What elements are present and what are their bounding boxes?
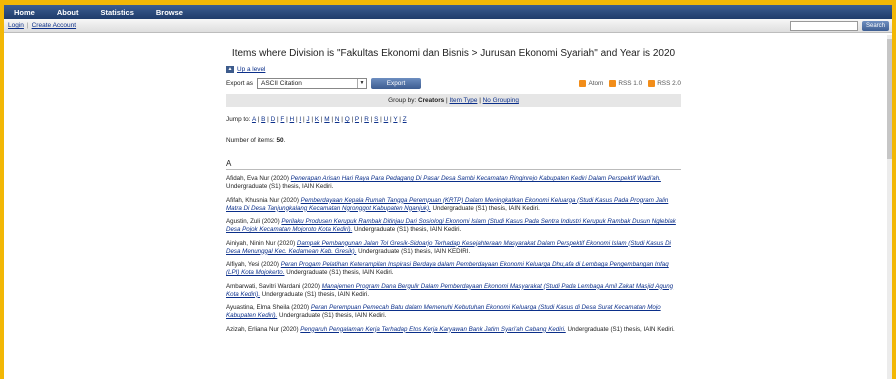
rss-icon	[609, 80, 617, 87]
group-no-grouping-link[interactable]: No Grouping	[483, 97, 519, 104]
up-arrow-icon: ▲	[226, 66, 234, 73]
scrollbar-thumb[interactable]	[887, 39, 892, 159]
main-content: Items where Division is "Fakultas Ekonom…	[226, 48, 681, 339]
entry-details: Undergraduate (S1) thesis, IAIN Kediri.	[284, 269, 394, 276]
export-button[interactable]: Export	[371, 78, 421, 89]
entry-details: Undergraduate (S1) thesis, IAIN Kediri.	[260, 290, 370, 298]
entry-author: Ayuastina, Elma Sheila (2020)	[226, 304, 311, 311]
group-current: Creators	[417, 97, 445, 104]
jump-letter-n[interactable]: N	[335, 116, 340, 123]
feed-links: Atom RSS 1.0 RSS 2.0	[573, 80, 681, 87]
count-label: Number of items:	[226, 137, 275, 144]
feed-rss1[interactable]: RSS 1.0	[609, 80, 642, 87]
jump-letter-j[interactable]: J	[306, 116, 309, 123]
export-row: Export as ASCII Citation ▼ Export Atom R…	[226, 77, 681, 90]
entry-author: Ainiyah, Ninin Nur (2020)	[226, 239, 297, 247]
entry-author: Afidah, Eva Nur (2020)	[226, 175, 291, 182]
page-title: Items where Division is "Fakultas Ekonom…	[231, 48, 676, 59]
jump-letter-h[interactable]: H	[290, 116, 295, 123]
nav-browse[interactable]: Browse	[156, 8, 183, 17]
list-item: Azizah, Erliana Nur (2020) Pengaruh Peng…	[226, 326, 681, 334]
chevron-down-icon: ▼	[357, 79, 366, 88]
jump-letter-u[interactable]: U	[384, 116, 389, 123]
list-item: Ayuastina, Elma Sheila (2020) Peran Pere…	[226, 304, 681, 320]
feed-label: RSS 1.0	[618, 80, 643, 87]
list-item: Agustin, Zuli (2020) Perilaku Produsen K…	[226, 218, 681, 234]
feed-atom[interactable]: Atom	[579, 80, 603, 87]
count-value: 50	[276, 137, 284, 144]
entries-list: Afidah, Eva Nur (2020) Penerapan Arisan …	[226, 175, 681, 334]
entry-details: Undergraduate (S1) thesis, IAIN Kediri.	[226, 183, 334, 190]
nav-home[interactable]: Home	[14, 8, 35, 17]
jump-letter-k[interactable]: K	[315, 116, 319, 123]
scrollbar[interactable]	[887, 35, 892, 379]
jump-to: Jump to: A | B | D | F | H | I | J | K |…	[226, 116, 681, 123]
jump-letter-f[interactable]: F	[280, 116, 284, 123]
nav-about[interactable]: About	[57, 8, 79, 17]
list-item: Afifah, Khusnia Nur (2020) Pemberdayaan …	[226, 197, 681, 213]
jump-letter-p[interactable]: P	[355, 116, 359, 123]
jump-letter-m[interactable]: M	[324, 116, 329, 123]
feed-rss2[interactable]: RSS 2.0	[648, 80, 681, 87]
nav-statistics[interactable]: Statistics	[101, 8, 134, 17]
jump-letter-s[interactable]: S	[374, 116, 378, 123]
export-format-value: ASCII Citation	[261, 80, 302, 87]
entry-author: Ambarwati, Savitri Wardani (2020)	[226, 282, 322, 290]
separator: |	[26, 22, 29, 29]
rss-icon	[579, 80, 587, 87]
entry-author: Alfiyah, Yesi (2020)	[226, 261, 281, 268]
login-link[interactable]: Login	[8, 22, 24, 29]
jump-letter-z[interactable]: Z	[403, 116, 407, 123]
jump-letter-b[interactable]: B	[261, 116, 265, 123]
list-item: Afidah, Eva Nur (2020) Penerapan Arisan …	[226, 175, 681, 191]
jump-letter-r[interactable]: R	[364, 116, 369, 123]
up-level-link[interactable]: Up a level	[237, 66, 265, 73]
entry-details: Undergraduate (S1) thesis, IAIN Kediri.	[430, 204, 540, 212]
group-item-type-link[interactable]: Item Type	[449, 97, 477, 104]
export-format-select[interactable]: ASCII Citation ▼	[257, 78, 367, 89]
list-item: Alfiyah, Yesi (2020) Peran Progam Pelati…	[226, 261, 681, 277]
jump-letter-q[interactable]: Q	[345, 116, 350, 123]
entry-title-link[interactable]: Pengaruh Pengalaman Kerja Terhadap Etos …	[300, 326, 565, 333]
create-account-link[interactable]: Create Account	[32, 22, 76, 29]
section-heading: A	[226, 159, 681, 170]
list-item: Ainiyah, Ninin Nur (2020) Dampak Pembang…	[226, 240, 681, 256]
jump-letter-a[interactable]: A	[252, 116, 256, 123]
page-frame: Home About Statistics Browse Login | Creat…	[4, 5, 892, 379]
entry-title-link[interactable]: Penerapan Arisan Hari Raya Para Pedagang…	[291, 175, 661, 182]
item-count: Number of items: 50.	[226, 137, 286, 144]
group-by-bar: Group by: Creators | Item Type | No Grou…	[226, 94, 681, 107]
export-label: Export as	[226, 80, 253, 87]
entry-details: Undergraduate (S1) thesis, IAIN Kediri.	[565, 325, 675, 333]
entry-details: Undergraduate (S1) thesis, IAIN Kediri.	[352, 226, 462, 233]
jump-letter-d[interactable]: D	[271, 116, 276, 123]
sub-bar: Login | Create Account Search	[4, 19, 892, 33]
top-nav: Home About Statistics Browse	[4, 5, 892, 19]
entry-details: Undergraduate (S1) thesis, IAIN KEDIRI.	[356, 247, 471, 255]
group-by-label: Group by:	[388, 97, 417, 104]
search-input[interactable]	[790, 21, 858, 31]
entry-author: Agustin, Zuli (2020)	[226, 218, 282, 225]
jump-label: Jump to:	[226, 116, 251, 123]
feed-label: RSS 2.0	[657, 80, 681, 87]
rss-icon	[648, 80, 656, 87]
search-button[interactable]: Search	[862, 21, 889, 31]
jump-letter-y[interactable]: Y	[393, 116, 397, 123]
entry-author: Afifah, Khusnia Nur (2020)	[226, 196, 301, 204]
jump-letter-i[interactable]: I	[299, 116, 301, 123]
entry-details: Undergraduate (S1) thesis, IAIN Kediri.	[277, 312, 387, 319]
entry-author: Azizah, Erliana Nur (2020)	[226, 325, 301, 333]
list-item: Ambarwati, Savitri Wardani (2020) Manaje…	[226, 283, 681, 299]
feed-label: Atom	[588, 80, 604, 87]
jump-letters: A | B | D | F | H | I | J | K | M | N | …	[251, 116, 407, 123]
